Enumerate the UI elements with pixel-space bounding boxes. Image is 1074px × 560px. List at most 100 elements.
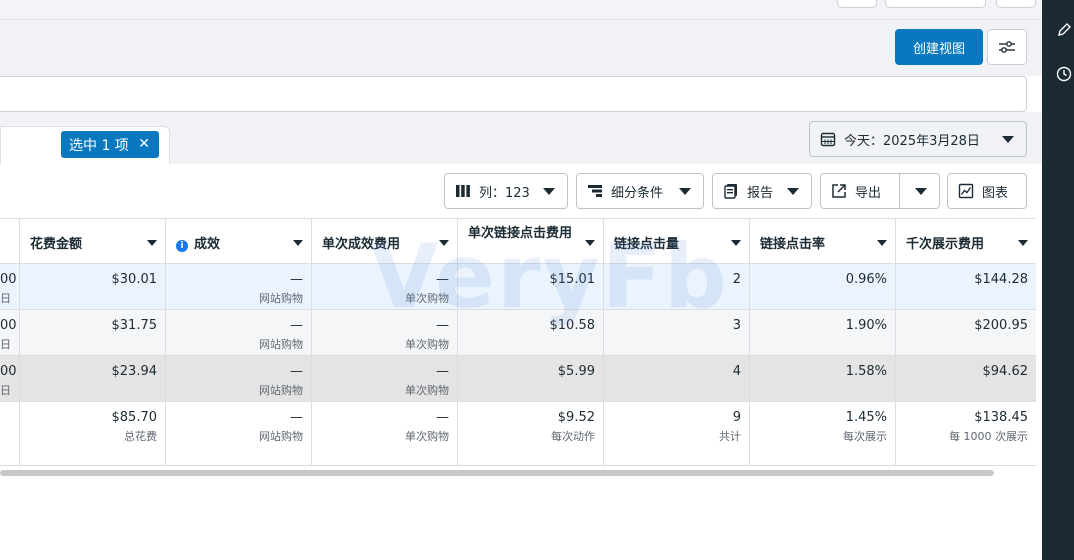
report-label: 报告 <box>747 185 774 201</box>
cell-value: — <box>290 318 303 333</box>
column-header-label: 单次成效费用 <box>322 237 401 252</box>
partial-cell: 00 日 <box>0 264 20 309</box>
cell-cpm: $138.45 每 1000 次展示 <box>896 402 1036 465</box>
cell-value: $10.58 <box>549 318 596 333</box>
sort-caret-icon[interactable] <box>1018 240 1028 246</box>
top-partial-button[interactable] <box>837 0 877 8</box>
column-header[interactable]: 链接点击量 <box>604 219 750 265</box>
cell-sub: 网站购物 <box>259 292 303 305</box>
cell-value: $85.70 <box>111 410 158 425</box>
cell-value: $30.01 <box>111 272 158 287</box>
cell-value: $23.94 <box>111 364 158 379</box>
cell-value: — <box>290 272 303 287</box>
cell-cpc: $15.01 <box>458 264 604 309</box>
cell-spend: $31.75 <box>20 310 166 355</box>
chart-button[interactable]: 图表 <box>947 173 1027 209</box>
partial-cell-sub: 日 <box>0 292 11 305</box>
cell-value: $200.95 <box>974 318 1028 333</box>
table-row[interactable]: 00 日 $30.01 — 网站购物 — 单次购物 $15.01 2 0.96% $… <box>0 264 1036 310</box>
table-header: 花费金额 i 成效 单次成效费用 单次链接点击费用 链接点击量 链接点击率 千次展… <box>0 218 1036 265</box>
cell-ctr: 1.90% <box>750 310 896 355</box>
report-icon <box>724 184 737 199</box>
cell-cost-per-result: — 单次购物 <box>312 402 458 465</box>
cell-ctr: 1.45% 每次展示 <box>750 402 896 465</box>
export-label: 导出 <box>855 185 882 201</box>
sort-caret-icon[interactable] <box>731 240 741 246</box>
view-toolbar <box>0 20 1042 76</box>
cell-value: 2 <box>732 272 741 287</box>
partial-cell-value: 00 <box>0 364 17 379</box>
close-icon[interactable]: ✕ <box>138 136 150 152</box>
table-row[interactable]: 00 日 $23.94 — 网站购物 — 单次购物 $5.99 4 1.58% $9… <box>0 356 1036 402</box>
pencil-icon[interactable] <box>1056 22 1072 38</box>
column-header-partial <box>0 219 20 265</box>
column-header[interactable]: 千次展示费用 <box>896 219 1036 265</box>
top-partial-button[interactable] <box>996 0 1036 8</box>
sliders-icon <box>999 41 1015 53</box>
column-header[interactable]: 花费金额 <box>20 219 166 265</box>
horizontal-scrollbar[interactable] <box>0 470 994 476</box>
columns-button[interactable]: 列：123 <box>444 173 568 209</box>
column-header-label: 花费金额 <box>30 237 83 252</box>
cell-sub: 单次购物 <box>405 292 449 305</box>
sort-caret-icon[interactable] <box>877 240 887 246</box>
chevron-down-icon <box>787 188 799 195</box>
column-header-label: 成效 <box>194 237 221 252</box>
selection-chip[interactable]: 选中 1 项 ✕ <box>61 131 159 158</box>
cell-value: $144.28 <box>974 272 1028 287</box>
cell-value: $9.52 <box>557 410 595 425</box>
cell-value: 3 <box>732 318 741 333</box>
breakdown-label: 细分条件 <box>611 185 664 201</box>
chevron-down-icon[interactable] <box>915 188 927 195</box>
cell-value: 9 <box>732 410 741 425</box>
partial-cell-value: 00 <box>0 272 17 287</box>
sort-caret-icon[interactable] <box>293 240 303 246</box>
cell-spend: $85.70 总花费 <box>20 402 166 465</box>
columns-icon <box>456 185 470 197</box>
cell-link-clicks: 3 <box>604 310 750 355</box>
cell-cost-per-result: — 单次购物 <box>312 264 458 309</box>
sort-caret-icon[interactable] <box>439 240 449 246</box>
cell-value: $15.01 <box>549 272 596 287</box>
top-partial-button[interactable] <box>885 0 986 8</box>
cell-cpm: $144.28 <box>896 264 1036 309</box>
chart-icon <box>958 183 974 199</box>
cell-ctr: 0.96% <box>750 264 896 309</box>
cell-ctr: 1.58% <box>750 356 896 401</box>
selection-label: 选中 1 项 <box>69 137 129 154</box>
column-header-label: 单次链接点击费用 <box>468 226 573 241</box>
summary-row: $85.70 总花费 — 网站购物 — 单次购物 $9.52 每次动作 9 共计 1.45… <box>0 402 1036 466</box>
sort-caret-icon[interactable] <box>585 240 595 246</box>
cell-cpc: $5.99 <box>458 356 604 401</box>
cell-cost-per-result: — 单次购物 <box>312 310 458 355</box>
cell-sub: 每次展示 <box>843 430 887 443</box>
create-view-button[interactable]: 创建视图 <box>895 29 983 65</box>
column-header-label: 千次展示费用 <box>906 237 985 252</box>
search-filter-input[interactable] <box>0 76 1027 112</box>
date-label: 今天：2025年3月28日 <box>844 133 980 149</box>
export-button[interactable]: 导出 <box>820 173 940 209</box>
column-header[interactable]: 单次成效费用 <box>312 219 458 265</box>
cell-value: 0.96% <box>845 272 887 287</box>
clock-icon[interactable] <box>1056 66 1072 82</box>
info-icon[interactable]: i <box>176 240 188 252</box>
cell-spend: $23.94 <box>20 356 166 401</box>
report-button[interactable]: 报告 <box>712 173 812 209</box>
column-header[interactable]: i 成效 <box>166 219 312 265</box>
cell-value: 4 <box>732 364 741 379</box>
cell-link-clicks: 2 <box>604 264 750 309</box>
cell-sub: 单次购物 <box>405 338 449 351</box>
column-header[interactable]: 链接点击率 <box>750 219 896 265</box>
table-row[interactable]: 00 日 $31.75 — 网站购物 — 单次购物 $10.58 3 1.90% $… <box>0 310 1036 356</box>
column-header-label: 链接点击量 <box>614 237 680 252</box>
sort-caret-icon[interactable] <box>147 240 157 246</box>
cell-sub: 网站购物 <box>259 430 303 443</box>
date-range-picker[interactable]: 今天：2025年3月28日 <box>809 121 1027 157</box>
split-divider <box>899 174 900 208</box>
partial-cell: 00 日 <box>0 356 20 401</box>
breakdown-button[interactable]: 细分条件 <box>576 173 704 209</box>
chevron-down-icon <box>1002 136 1014 143</box>
cell-cost-per-result: — 单次购物 <box>312 356 458 401</box>
view-settings-button[interactable] <box>987 29 1027 65</box>
column-header[interactable]: 单次链接点击费用 <box>458 219 604 265</box>
